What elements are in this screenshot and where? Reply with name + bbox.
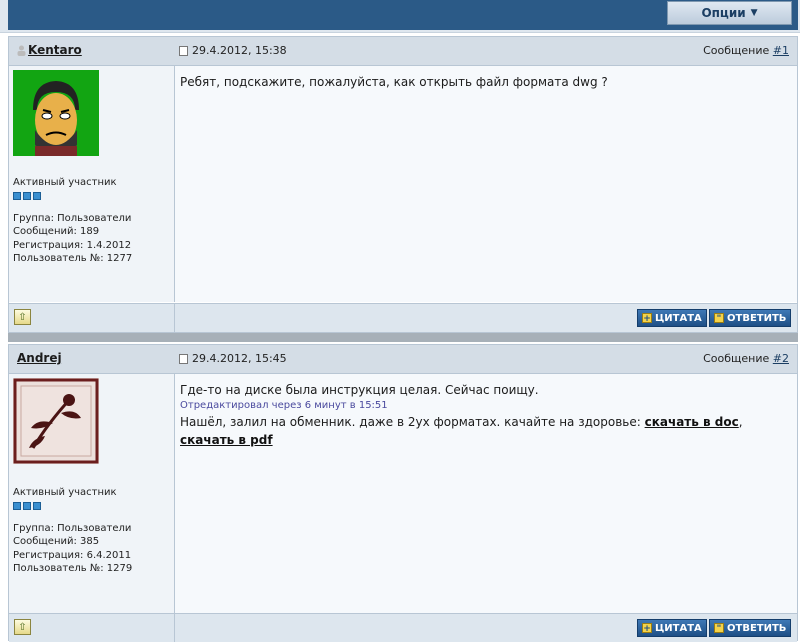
post-number: Сообщение #1 [703, 44, 789, 57]
download-doc-link[interactable]: скачать в doc [645, 415, 739, 429]
post-footer: ⇧ + ЦИТАТА " ОТВЕТИТЬ [9, 303, 797, 332]
footer-divider [174, 304, 175, 332]
post-text: Ребят, подскажите, пожалуйста, как откры… [180, 75, 608, 89]
chevron-down-icon: ▼ [750, 8, 758, 18]
post-separator [8, 333, 798, 342]
user-registered: Регистрация: 6.4.2011 [13, 549, 132, 561]
user-id: Пользователь №: 1279 [13, 563, 133, 574]
user-id: Пользователь №: 1277 [13, 253, 133, 264]
post-1: Kentaro 29.4.2012, 15:38 Сообщение #1 Ак… [8, 36, 798, 333]
post-date-text: 29.4.2012, 15:45 [192, 352, 287, 365]
topbar: Опции ▼ [0, 0, 800, 33]
author-name: Andrej [17, 351, 62, 365]
rank-pips [13, 191, 132, 200]
quote-marks-icon: " [714, 623, 724, 634]
footer-divider [174, 614, 175, 642]
post-text-line-1: Где-то на диске была инструкция целая. С… [180, 383, 539, 397]
post-header: Kentaro 29.4.2012, 15:38 Сообщение #1 [9, 37, 797, 66]
post-number-prefix: Сообщение [703, 352, 770, 365]
options-button[interactable]: Опции ▼ [667, 1, 792, 25]
download-pdf-link[interactable]: скачать в pdf [180, 433, 273, 447]
plus-icon: + [642, 313, 652, 324]
plus-icon: + [642, 623, 652, 634]
scroll-top-button[interactable]: ⇧ [14, 309, 31, 325]
post-body: Ребят, подскажите, пожалуйста, как откры… [175, 66, 797, 302]
scroll-top-button[interactable]: ⇧ [14, 619, 31, 635]
arrow-up-icon: ⇧ [18, 621, 27, 633]
post-number: Сообщение #2 [703, 352, 789, 365]
reply-label: ОТВЕТИТЬ [727, 312, 787, 324]
quote-marks-icon: " [714, 313, 724, 324]
post-text-line-2-text: Нашёл, залил на обменник. даже в 2ух фор… [180, 415, 641, 429]
author-name: Kentaro [28, 43, 82, 57]
user-messages: Сообщений: 385 [13, 536, 100, 547]
edited-note: Отредактировал через 6 минут в 15:51 [180, 400, 388, 411]
options-label: Опции [701, 6, 746, 20]
post-text: Где-то на диске была инструкция целая. С… [180, 381, 743, 449]
quote-label: ЦИТАТА [655, 622, 702, 634]
avatar[interactable] [13, 378, 99, 464]
user-group: Группа: Пользователи [13, 212, 132, 224]
post-icon [179, 45, 188, 56]
post-header: Andrej 29.4.2012, 15:45 Сообщение #2 [9, 345, 797, 374]
post-icon [179, 353, 188, 364]
reply-button[interactable]: " ОТВЕТИТЬ [709, 619, 792, 637]
post-body: Где-то на диске была инструкция целая. С… [175, 374, 797, 614]
post-number-prefix: Сообщение [703, 44, 770, 57]
user-info: Активный участник Группа: Пользователи С… [13, 176, 132, 266]
rank-pips [13, 501, 132, 510]
post-number-link[interactable]: #1 [773, 44, 789, 57]
post-2: Andrej 29.4.2012, 15:45 Сообщение #2 Акт… [8, 344, 798, 642]
post-number-link[interactable]: #2 [773, 352, 789, 365]
user-sidebar: Активный участник Группа: Пользователи С… [9, 374, 175, 614]
user-group: Группа: Пользователи [13, 522, 132, 534]
user-rank: Активный участник [13, 177, 117, 188]
reply-label: ОТВЕТИТЬ [727, 622, 787, 634]
user-sidebar: Активный участник Группа: Пользователи С… [9, 66, 175, 302]
user-rank: Активный участник [13, 487, 117, 498]
user-info: Активный участник Группа: Пользователи С… [13, 486, 132, 576]
quote-label: ЦИТАТА [655, 312, 702, 324]
link-comma: , [738, 415, 743, 429]
quote-button[interactable]: + ЦИТАТА [637, 309, 707, 327]
post-author[interactable]: Kentaro [17, 43, 82, 57]
post-date: 29.4.2012, 15:45 [179, 352, 287, 365]
post-text-line-2: Нашёл, залил на обменник. даже в 2ух фор… [180, 413, 743, 431]
user-offline-icon [17, 45, 26, 56]
arrow-up-icon: ⇧ [18, 311, 27, 323]
user-messages: Сообщений: 189 [13, 226, 100, 237]
post-date: 29.4.2012, 15:38 [179, 44, 287, 57]
post-date-text: 29.4.2012, 15:38 [192, 44, 287, 57]
post-author[interactable]: Andrej [17, 351, 62, 365]
user-registered: Регистрация: 1.4.2012 [13, 239, 132, 251]
reply-button[interactable]: " ОТВЕТИТЬ [709, 309, 792, 327]
quote-button[interactable]: + ЦИТАТА [637, 619, 707, 637]
avatar[interactable] [13, 70, 99, 156]
post-footer: ⇧ + ЦИТАТА " ОТВЕТИТЬ [9, 613, 797, 642]
